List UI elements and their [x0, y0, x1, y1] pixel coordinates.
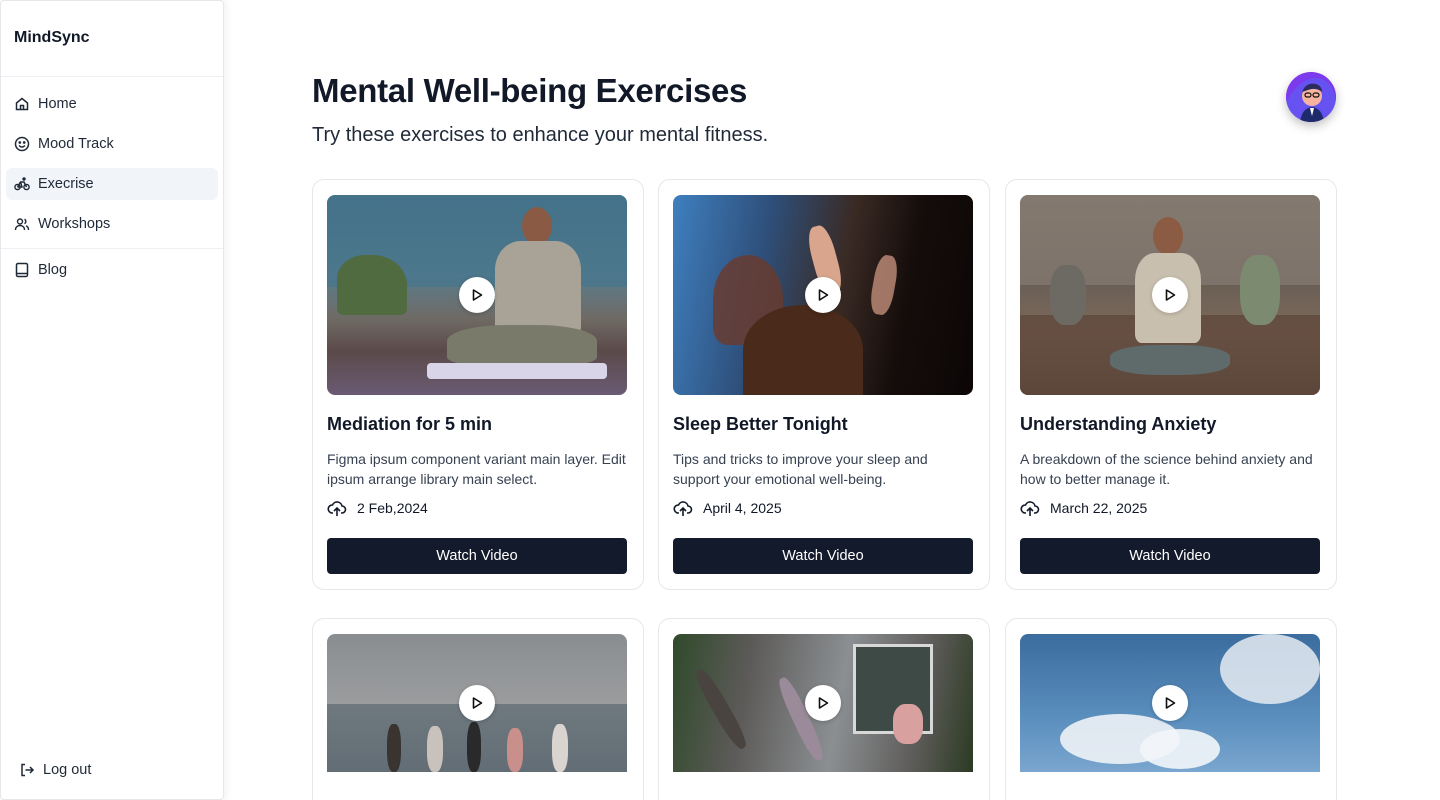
sidebar-item-label: Workshops	[38, 216, 111, 232]
video-thumbnail[interactable]	[327, 195, 627, 395]
card-date-text: March 22, 2025	[1050, 500, 1148, 516]
play-icon	[472, 697, 483, 709]
exercise-card	[312, 618, 644, 800]
play-button[interactable]	[805, 685, 841, 721]
brand-logo[interactable]: MindSync	[1, 1, 223, 77]
logout-icon	[19, 762, 35, 778]
play-icon	[818, 697, 829, 709]
play-button[interactable]	[1152, 685, 1188, 721]
card-description: Figma ipsum component variant main layer…	[327, 451, 626, 487]
watch-video-button[interactable]: Watch Video	[327, 538, 627, 574]
bike-icon	[14, 176, 30, 192]
card-date-text: April 4, 2025	[703, 500, 782, 516]
exercise-card	[1005, 618, 1337, 800]
card-description: A breakdown of the science behind anxiet…	[1020, 451, 1313, 487]
cloud-upload-icon	[673, 501, 693, 516]
sidebar-item-workshops[interactable]: Workshops	[6, 208, 218, 240]
avatar-illustration	[1286, 72, 1336, 122]
avatar[interactable]	[1286, 72, 1336, 122]
play-button[interactable]	[805, 277, 841, 313]
sidebar-item-home[interactable]: Home	[6, 88, 218, 120]
card-title: Sleep Better Tonight	[673, 414, 848, 434]
video-thumbnail[interactable]	[327, 634, 627, 772]
sidebar-item-label: Blog	[38, 262, 68, 278]
exercise-card: Mediation for 5 min Figma ipsum componen…	[312, 179, 644, 590]
card-description: Tips and tricks to improve your sleep an…	[673, 451, 928, 487]
watch-video-button[interactable]: Watch Video	[1020, 538, 1320, 574]
play-icon	[818, 289, 829, 301]
video-thumbnail[interactable]	[673, 634, 973, 772]
watch-video-button[interactable]: Watch Video	[673, 538, 973, 574]
video-thumbnail[interactable]	[1020, 195, 1320, 395]
sidebar-item-mood-track[interactable]: Mood Track	[6, 128, 218, 160]
sidebar-nav: Home Mood Track Execrise Workshops Blog	[1, 77, 223, 286]
sidebar-item-label: Mood Track	[38, 136, 114, 152]
home-icon	[14, 96, 30, 112]
exercise-card: Sleep Better Tonight Tips and tricks to …	[658, 179, 990, 590]
page-subtitle: Try these exercises to enhance your ment…	[312, 124, 769, 146]
logout-label: Log out	[43, 762, 92, 778]
exercise-card	[658, 618, 990, 800]
card-date: 2 Feb,2024	[327, 498, 428, 518]
video-thumbnail[interactable]	[673, 195, 973, 395]
play-button[interactable]	[459, 685, 495, 721]
card-date-text: 2 Feb,2024	[357, 500, 428, 516]
logout-button[interactable]: Log out	[11, 754, 223, 786]
book-icon	[14, 262, 30, 278]
card-title: Understanding Anxiety	[1020, 414, 1217, 434]
play-icon	[1165, 289, 1176, 301]
play-icon	[1165, 697, 1176, 709]
sidebar-item-label: Execrise	[38, 176, 94, 192]
users-icon	[14, 216, 30, 232]
cloud-upload-icon	[327, 501, 347, 516]
sidebar-item-exercise[interactable]: Execrise	[6, 168, 218, 200]
exercise-card: Understanding Anxiety A breakdown of the…	[1005, 179, 1337, 590]
card-date: April 4, 2025	[673, 498, 782, 518]
sidebar-item-label: Home	[38, 96, 77, 112]
smiley-icon	[14, 136, 30, 152]
sidebar-item-blog[interactable]: Blog	[6, 254, 218, 286]
page-title: Mental Well-being Exercises	[312, 72, 748, 109]
card-title: Mediation for 5 min	[327, 414, 493, 434]
sidebar: MindSync Home Mood Track Execrise Worksh…	[0, 0, 224, 800]
cloud-upload-icon	[1020, 501, 1040, 516]
play-button[interactable]	[1152, 277, 1188, 313]
play-button[interactable]	[459, 277, 495, 313]
video-thumbnail[interactable]	[1020, 634, 1320, 772]
nav-divider	[1, 248, 223, 249]
card-date: March 22, 2025	[1020, 498, 1147, 518]
play-icon	[472, 289, 483, 301]
